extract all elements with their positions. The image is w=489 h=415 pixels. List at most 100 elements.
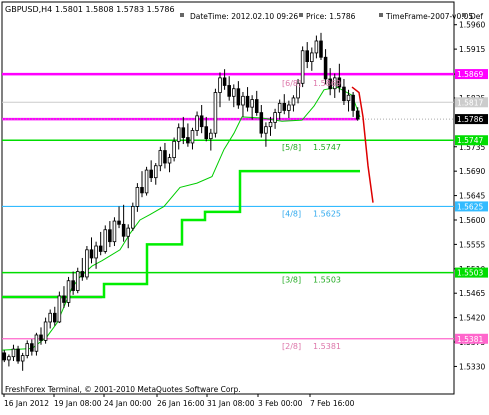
candle-body bbox=[62, 295, 66, 303]
candle-body bbox=[342, 86, 346, 102]
price-box-label-4_8: 1.5625 bbox=[457, 202, 483, 211]
candle-body bbox=[282, 102, 287, 111]
candle-body bbox=[287, 104, 291, 111]
candle-body bbox=[204, 126, 209, 140]
level-value-2_8: 1.5381 bbox=[313, 342, 341, 351]
datetime-marker-icon bbox=[180, 13, 184, 17]
price-label: Price: 1.5786 bbox=[306, 12, 356, 21]
candle-body bbox=[346, 94, 351, 102]
candle-body bbox=[176, 127, 181, 142]
candle-body bbox=[94, 245, 98, 259]
level-fraction-4_8: [4/8] bbox=[282, 209, 301, 218]
timeframe-label: TimeFrame-2007-v0.05 bbox=[385, 12, 473, 21]
candle-body bbox=[30, 343, 34, 352]
candle-body bbox=[108, 229, 112, 243]
level-fraction-3_8: [3/8] bbox=[282, 276, 301, 285]
candle-body bbox=[11, 348, 16, 358]
candle-body bbox=[236, 88, 241, 106]
candle-body bbox=[199, 115, 204, 128]
candle-body bbox=[16, 348, 20, 362]
x-tick-label: 3 Feb 00:00 bbox=[258, 399, 303, 408]
candle-body bbox=[121, 223, 126, 237]
candle-body bbox=[273, 112, 277, 123]
candle-body bbox=[351, 94, 355, 111]
y-tick-label: 1.5645 bbox=[459, 192, 485, 201]
y-tick-label: 1.5690 bbox=[459, 167, 485, 176]
candle-body bbox=[195, 115, 199, 131]
price-marker-icon bbox=[299, 13, 303, 17]
chart-svg[interactable]: [6/8] 1.5869 [5/8] 1.5747 [4/8] 1.5625 [3/8] 1.… bbox=[0, 0, 489, 411]
level-fraction-6_8: [6/8] bbox=[282, 79, 301, 88]
candle-body bbox=[7, 356, 11, 361]
candle-body bbox=[117, 220, 121, 225]
candle-body bbox=[85, 249, 89, 278]
y-tick-label: 1.5465 bbox=[459, 289, 485, 298]
candle-body bbox=[34, 334, 39, 352]
level-value-3_8: 1.5503 bbox=[313, 276, 341, 285]
candle-body bbox=[98, 245, 103, 252]
price-axis: 1.59601.59151.58691.58251.57351.56901.56… bbox=[454, 21, 488, 371]
price-box-label-8_8: 1.5869 bbox=[457, 70, 483, 79]
candle-body bbox=[190, 130, 195, 144]
candle-body bbox=[241, 95, 245, 106]
symbol-label: GBPUSD,H4 bbox=[5, 5, 52, 14]
level-value-6_8: 1.5869 bbox=[313, 79, 341, 88]
y-tick-label: 1.5330 bbox=[459, 362, 485, 371]
candle-body bbox=[323, 56, 328, 80]
def-label: Def bbox=[470, 12, 483, 21]
y-tick-label: 1.5600 bbox=[459, 216, 485, 225]
candle-body bbox=[310, 52, 314, 62]
candle-body bbox=[259, 112, 264, 134]
plot-frame bbox=[1, 1, 455, 395]
price-box-label-5_8: 1.5747 bbox=[457, 136, 483, 145]
candle-body bbox=[135, 187, 140, 207]
candle-body bbox=[355, 110, 360, 120]
level-value-4_8: 1.5625 bbox=[313, 209, 341, 218]
x-tick-label: 24 Jan 00:00 bbox=[104, 399, 152, 408]
candle-body bbox=[232, 88, 236, 97]
ohlc-label: 1.5801 1.5808 1.5783 1.5786 bbox=[55, 5, 175, 14]
candle-body bbox=[57, 295, 62, 323]
datetime-label: DateTime: 2012.02.10 09:26 bbox=[190, 12, 298, 21]
candle-body bbox=[227, 85, 231, 97]
chart-window: [6/8] 1.5869 [5/8] 1.5747 [4/8] 1.5625 [3/8] 1.… bbox=[0, 0, 489, 411]
candle-body bbox=[250, 99, 254, 108]
candle-body bbox=[66, 280, 71, 303]
candle-body bbox=[158, 150, 163, 167]
candle-body bbox=[254, 99, 259, 113]
x-tick-label: 31 Jan 08:00 bbox=[207, 399, 255, 408]
candle-body bbox=[140, 187, 144, 194]
candle-body bbox=[20, 355, 25, 362]
candle-body bbox=[48, 312, 52, 323]
candle-body bbox=[2, 352, 7, 361]
candle-body bbox=[126, 227, 130, 237]
candle-body bbox=[222, 77, 227, 86]
candle-body bbox=[89, 249, 94, 259]
copyright-footer: FreshForex Terminal, © 2001-2010 MetaQuo… bbox=[5, 385, 241, 394]
candle-body bbox=[186, 137, 190, 144]
candle-body bbox=[300, 50, 305, 84]
candle-body bbox=[43, 321, 48, 341]
candle-body bbox=[268, 121, 273, 128]
candle-body bbox=[277, 102, 282, 113]
y-tick-label: 1.5960 bbox=[459, 21, 485, 30]
candle-body bbox=[172, 140, 176, 159]
candle-body bbox=[213, 92, 218, 134]
candle-body bbox=[218, 77, 222, 93]
candle-body bbox=[149, 169, 153, 179]
x-tick-label: 26 Jan 16:00 bbox=[157, 399, 205, 408]
y-tick-label: 1.5420 bbox=[459, 314, 485, 323]
price-box-label-2_8: 1.5381 bbox=[457, 335, 483, 344]
candle-body bbox=[131, 206, 135, 229]
candle-body bbox=[39, 334, 43, 341]
candle-body bbox=[103, 229, 108, 252]
candle-body bbox=[53, 312, 57, 323]
timeframe-marker-icon bbox=[379, 13, 383, 17]
time-axis: 16 Jan 2012 19 Jan 08:00 24 Jan 00:00 26 Ja… bbox=[3, 394, 355, 408]
level-fraction-2_8: [2/8] bbox=[282, 342, 301, 351]
candle-body bbox=[181, 127, 186, 138]
y-tick-label: 1.5915 bbox=[459, 45, 485, 54]
price-box-label-3_8: 1.5503 bbox=[457, 269, 483, 278]
y-tick-label: 1.5555 bbox=[459, 240, 485, 249]
candle-body bbox=[25, 343, 30, 356]
